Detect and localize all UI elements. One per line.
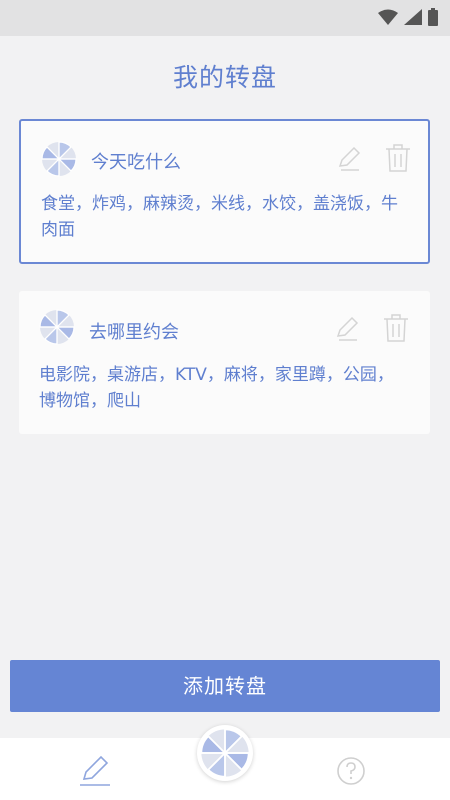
help-icon[interactable] bbox=[336, 756, 366, 786]
delete-icon[interactable] bbox=[384, 143, 412, 173]
edit-icon[interactable] bbox=[333, 315, 361, 343]
page-title: 我的转盘 bbox=[172, 63, 277, 92]
wifi-icon bbox=[378, 9, 398, 25]
wheel-icon bbox=[200, 728, 250, 778]
delete-icon[interactable] bbox=[382, 313, 410, 343]
wheel-card-title: 去哪里约会 bbox=[89, 322, 179, 343]
signal-icon bbox=[404, 9, 422, 25]
wheel-card-options: 食堂，炸鸡，麻辣烫，米线，水饺，盖浇饭，牛肉面 bbox=[41, 194, 398, 240]
wheel-icon bbox=[39, 309, 75, 345]
wheel-card[interactable]: 去哪里约会 电影院，桌游店，KTV，麻将，家里蹲，公园，博物馆，爬山 bbox=[19, 291, 430, 434]
nav-wheel-button[interactable] bbox=[197, 725, 253, 781]
wheel-card-options: 电影院，桌游店，KTV，麻将，家里蹲，公园，博物馆，爬山 bbox=[39, 365, 394, 411]
status-icons bbox=[378, 8, 438, 26]
status-bar bbox=[0, 0, 450, 36]
wheel-icon bbox=[41, 141, 77, 177]
wheel-card-title: 今天吃什么 bbox=[91, 152, 181, 173]
battery-icon bbox=[428, 8, 438, 26]
add-wheel-button[interactable]: 添加转盘 bbox=[10, 660, 440, 712]
edit-icon[interactable] bbox=[78, 754, 112, 788]
edit-icon[interactable] bbox=[335, 145, 363, 173]
wheel-card[interactable]: 今天吃什么 食堂，炸鸡，麻辣烫，米线，水饺，盖浇饭，牛肉面 bbox=[19, 119, 430, 264]
